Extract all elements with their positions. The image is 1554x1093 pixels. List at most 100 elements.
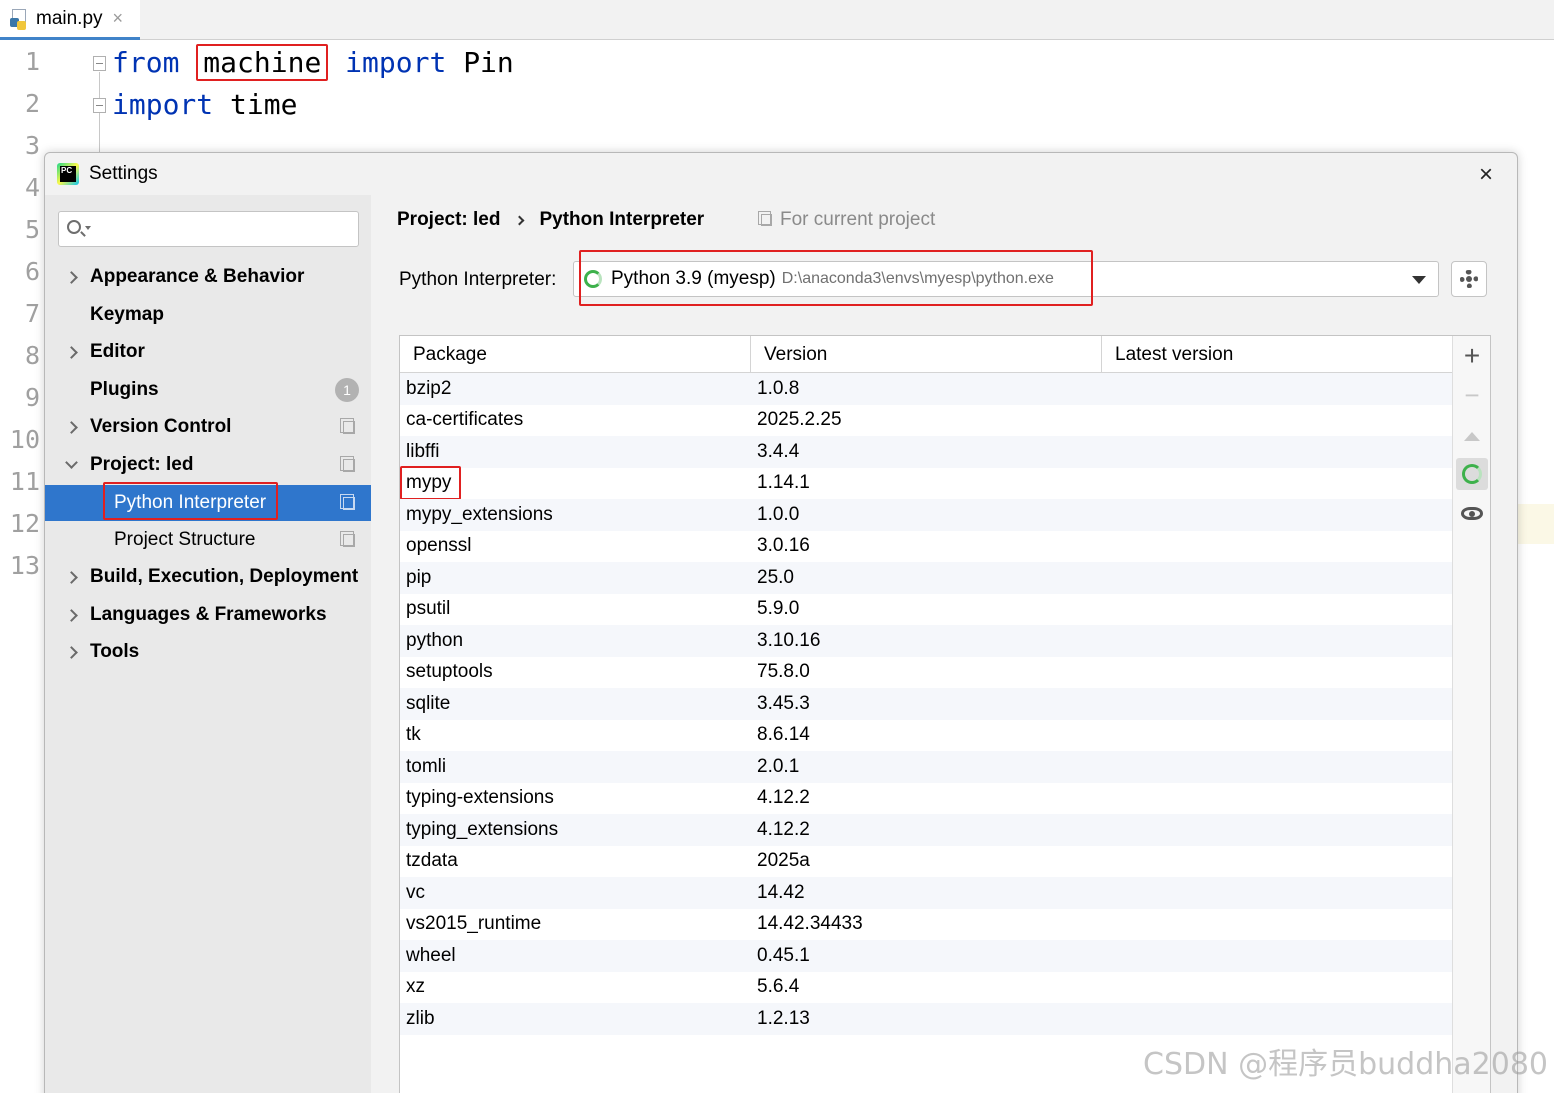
line-number: 1: [24, 47, 40, 76]
sidebar-item-languages-frameworks[interactable]: Languages & Frameworks: [45, 597, 371, 633]
line-number: 6: [24, 257, 40, 286]
code-line-1[interactable]: from machine import Pin: [112, 44, 514, 81]
line-number: 5: [24, 215, 40, 244]
close-icon[interactable]: ×: [113, 8, 124, 29]
breadcrumb-project[interactable]: Project: led: [397, 209, 500, 231]
identifier-pin: Pin: [463, 46, 514, 79]
line-number: 10: [9, 425, 40, 454]
package-version: 14.42: [757, 881, 805, 903]
table-row[interactable]: openssl 3.0.16: [400, 530, 1452, 562]
settings-search-input[interactable]: [58, 211, 359, 247]
table-row[interactable]: libffi 3.4.4: [400, 436, 1452, 468]
table-row[interactable]: vs2015_runtime 14.42.34433: [400, 908, 1452, 940]
show-early-releases-button[interactable]: [1456, 497, 1488, 529]
sidebar-item-tools[interactable]: Tools: [45, 634, 371, 670]
table-row[interactable]: zlib 1.2.13: [400, 1003, 1452, 1035]
package-version: 4.12.2: [757, 787, 810, 809]
table-row[interactable]: sqlite 3.45.3: [400, 688, 1452, 720]
table-row[interactable]: python 3.10.16: [400, 625, 1452, 657]
table-row[interactable]: psutil 5.9.0: [400, 593, 1452, 625]
upgrade-package-button[interactable]: [1456, 420, 1488, 452]
table-body: bzip2 1.0.8 ca-certificates 2025.2.25 libffi…: [400, 373, 1452, 1035]
package-version: 1.0.8: [757, 377, 800, 399]
loading-spinner-icon: [1462, 464, 1482, 484]
close-icon[interactable]: ×: [1479, 161, 1493, 189]
project-scope-icon: [340, 493, 355, 510]
project-scope-icon: [758, 211, 772, 226]
plugins-update-badge: 1: [335, 378, 359, 402]
line-number: 7: [24, 299, 40, 328]
sidebar-item-build-execution-deployment[interactable]: Build, Execution, Deployment: [45, 559, 371, 595]
line-number: 4: [24, 173, 40, 202]
highlight-box: [579, 250, 1093, 306]
settings-sidebar: Appearance & Behavior Keymap Editor Plug…: [45, 195, 371, 1093]
keyword-import: import: [112, 88, 214, 121]
column-header-latest-version[interactable]: Latest version: [1102, 336, 1452, 373]
package-table: Package Version Latest version bzip2 1.0.…: [399, 335, 1491, 1093]
sidebar-item-project-led[interactable]: Project: led: [45, 447, 371, 483]
package-version: 2.0.1: [757, 755, 800, 777]
package-version: 3.4.4: [757, 440, 800, 462]
arrow-up-icon: [1464, 431, 1480, 441]
table-row[interactable]: vc 14.42: [400, 877, 1452, 909]
table-header: Package Version Latest version: [400, 336, 1452, 373]
search-icon: [67, 220, 81, 234]
package-version: 1.0.0: [757, 503, 800, 525]
chevron-down-icon[interactable]: [1412, 276, 1426, 284]
package-version: 5.6.4: [757, 976, 800, 998]
table-row[interactable]: mypy_extensions 1.0.0: [400, 499, 1452, 531]
table-row[interactable]: xz 5.6.4: [400, 971, 1452, 1003]
package-version: 75.8.0: [757, 661, 810, 683]
table-row[interactable]: typing_extensions 4.12.2: [400, 814, 1452, 846]
table-row[interactable]: ca-certificates 2025.2.25: [400, 404, 1452, 436]
interpreter-settings-button[interactable]: [1451, 261, 1487, 297]
table-row[interactable]: setuptools 75.8.0: [400, 656, 1452, 688]
column-header-package[interactable]: Package: [400, 336, 751, 373]
sidebar-item-project-structure[interactable]: Project Structure: [45, 522, 371, 558]
remove-package-button[interactable]: −: [1456, 379, 1488, 411]
code-line-2[interactable]: import time: [112, 88, 297, 121]
package-name: ca-certificates: [406, 409, 524, 431]
package-version: 3.45.3: [757, 692, 810, 714]
keyword-import: import: [345, 46, 447, 79]
package-name: sqlite: [406, 692, 451, 714]
sidebar-item-label: Plugins: [90, 379, 159, 400]
chevron-right-icon: [65, 420, 78, 434]
column-header-version[interactable]: Version: [751, 336, 1102, 373]
package-name: zlib: [406, 1007, 435, 1029]
table-row[interactable]: bzip2 1.0.8: [400, 373, 1452, 405]
table-row[interactable]: typing-extensions 4.12.2: [400, 782, 1452, 814]
package-name: tk: [406, 724, 421, 746]
sidebar-item-version-control[interactable]: Version Control: [45, 409, 371, 445]
sidebar-item-keymap[interactable]: Keymap: [45, 297, 371, 333]
table-row[interactable]: tk 8.6.14: [400, 719, 1452, 751]
line-number: 13: [9, 551, 40, 580]
line-number: 11: [9, 467, 40, 496]
table-row[interactable]: pip 25.0: [400, 562, 1452, 594]
table-row[interactable]: tomli 2.0.1: [400, 751, 1452, 783]
sidebar-item-plugins[interactable]: Plugins 1: [45, 372, 371, 408]
chevron-down-icon: [65, 456, 78, 469]
refresh-packages-button[interactable]: [1456, 458, 1488, 490]
table-row[interactable]: wheel 0.45.1: [400, 940, 1452, 972]
fold-marker-icon[interactable]: [93, 56, 106, 71]
package-name: typing-extensions: [406, 787, 554, 809]
package-name: python: [406, 629, 464, 651]
table-row[interactable]: mypy 1.14.1: [400, 465, 1452, 500]
package-version: 4.12.2: [757, 818, 810, 840]
package-name: tomli: [406, 755, 447, 777]
add-package-button[interactable]: +: [1456, 340, 1488, 372]
table-row[interactable]: tzdata 2025a: [400, 845, 1452, 877]
project-scope-icon: [340, 530, 355, 547]
package-name: typing_extensions: [406, 818, 559, 840]
fold-marker-icon[interactable]: [93, 98, 106, 113]
sidebar-item-editor[interactable]: Editor: [45, 334, 371, 370]
sidebar-item-python-interpreter[interactable]: Python Interpreter: [45, 482, 371, 521]
package-version: 8.6.14: [757, 724, 810, 746]
package-name: pip: [406, 566, 432, 588]
line-number: 2: [24, 89, 40, 118]
package-version: 2025a: [757, 850, 810, 872]
tab-main-py[interactable]: main.py ×: [0, 0, 140, 40]
sidebar-item-appearance-behavior[interactable]: Appearance & Behavior: [45, 259, 371, 295]
package-name: libffi: [406, 440, 440, 462]
